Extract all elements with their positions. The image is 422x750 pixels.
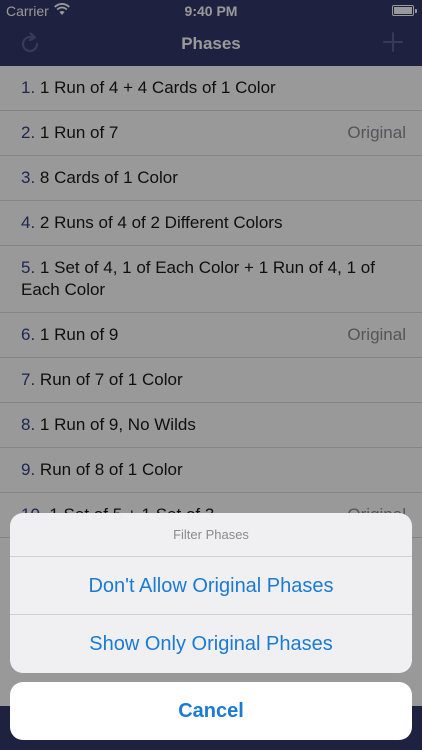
action-sheet: Filter Phases Don't Allow Original Phase…: [10, 513, 412, 673]
dont-allow-original-button[interactable]: Don't Allow Original Phases: [10, 557, 412, 615]
action-sheet-title: Filter Phases: [10, 513, 412, 557]
show-only-original-button[interactable]: Show Only Original Phases: [10, 615, 412, 673]
cancel-button[interactable]: Cancel: [10, 682, 412, 740]
